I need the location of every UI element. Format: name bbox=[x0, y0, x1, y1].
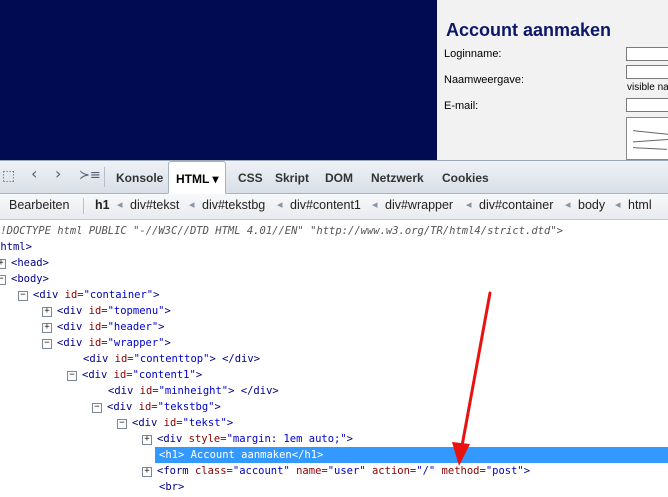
annotation-arrow-icon bbox=[452, 291, 492, 466]
annotation-arrow-head bbox=[452, 442, 470, 466]
annotation-arrow-shaft bbox=[460, 291, 492, 448]
